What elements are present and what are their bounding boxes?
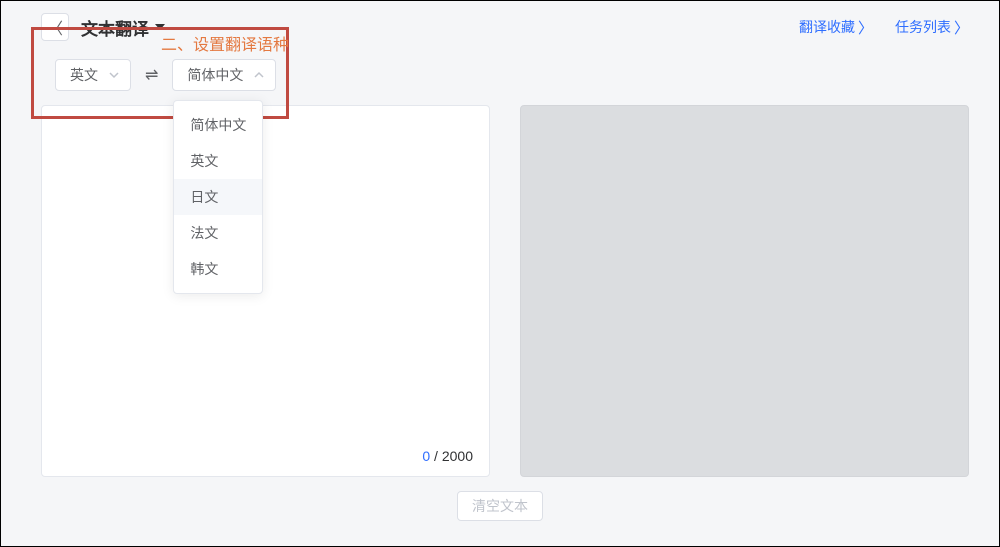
char-counter: 0 / 2000 bbox=[422, 448, 473, 464]
favorites-label: 翻译收藏 bbox=[799, 17, 855, 37]
clear-label: 清空文本 bbox=[472, 498, 528, 514]
source-language-label: 英文 bbox=[70, 65, 98, 85]
chevron-right-icon: 〉 bbox=[954, 17, 969, 38]
target-language-label: 简体中文 bbox=[187, 65, 243, 85]
page-title-select[interactable]: 文本翻译 bbox=[81, 15, 165, 40]
tasks-link[interactable]: 任务列表 〉 bbox=[895, 17, 969, 38]
dropdown-option[interactable]: 日文 bbox=[174, 179, 262, 215]
favorites-link[interactable]: 翻译收藏 〉 bbox=[799, 17, 873, 38]
char-max: 2000 bbox=[442, 448, 473, 464]
page-title: 文本翻译 bbox=[81, 15, 149, 40]
target-text-panel bbox=[520, 105, 969, 477]
dropdown-option[interactable]: 韩文 bbox=[174, 251, 262, 287]
target-language-select[interactable]: 简体中文 简体中文英文日文法文韩文 bbox=[172, 59, 276, 91]
source-language-select[interactable]: 英文 bbox=[55, 59, 131, 91]
tasks-label: 任务列表 bbox=[895, 17, 951, 37]
char-sep: / bbox=[430, 448, 442, 464]
dropdown-option[interactable]: 简体中文 bbox=[174, 107, 262, 143]
clear-button[interactable]: 清空文本 bbox=[457, 491, 543, 521]
chevron-up-icon bbox=[253, 69, 265, 81]
chevron-down-icon bbox=[108, 69, 120, 81]
char-current: 0 bbox=[422, 448, 430, 464]
source-text-panel[interactable]: 0 / 2000 bbox=[41, 105, 490, 477]
dropdown-option[interactable]: 法文 bbox=[174, 215, 262, 251]
swap-icon[interactable]: ⇌ bbox=[145, 65, 158, 85]
target-language-dropdown: 简体中文英文日文法文韩文 bbox=[173, 100, 263, 294]
dropdown-option[interactable]: 英文 bbox=[174, 143, 262, 179]
chevron-left-icon: 〈 bbox=[47, 15, 63, 39]
chevron-right-icon: 〉 bbox=[858, 17, 873, 38]
caret-down-icon bbox=[155, 24, 165, 30]
back-button[interactable]: 〈 bbox=[41, 13, 69, 41]
